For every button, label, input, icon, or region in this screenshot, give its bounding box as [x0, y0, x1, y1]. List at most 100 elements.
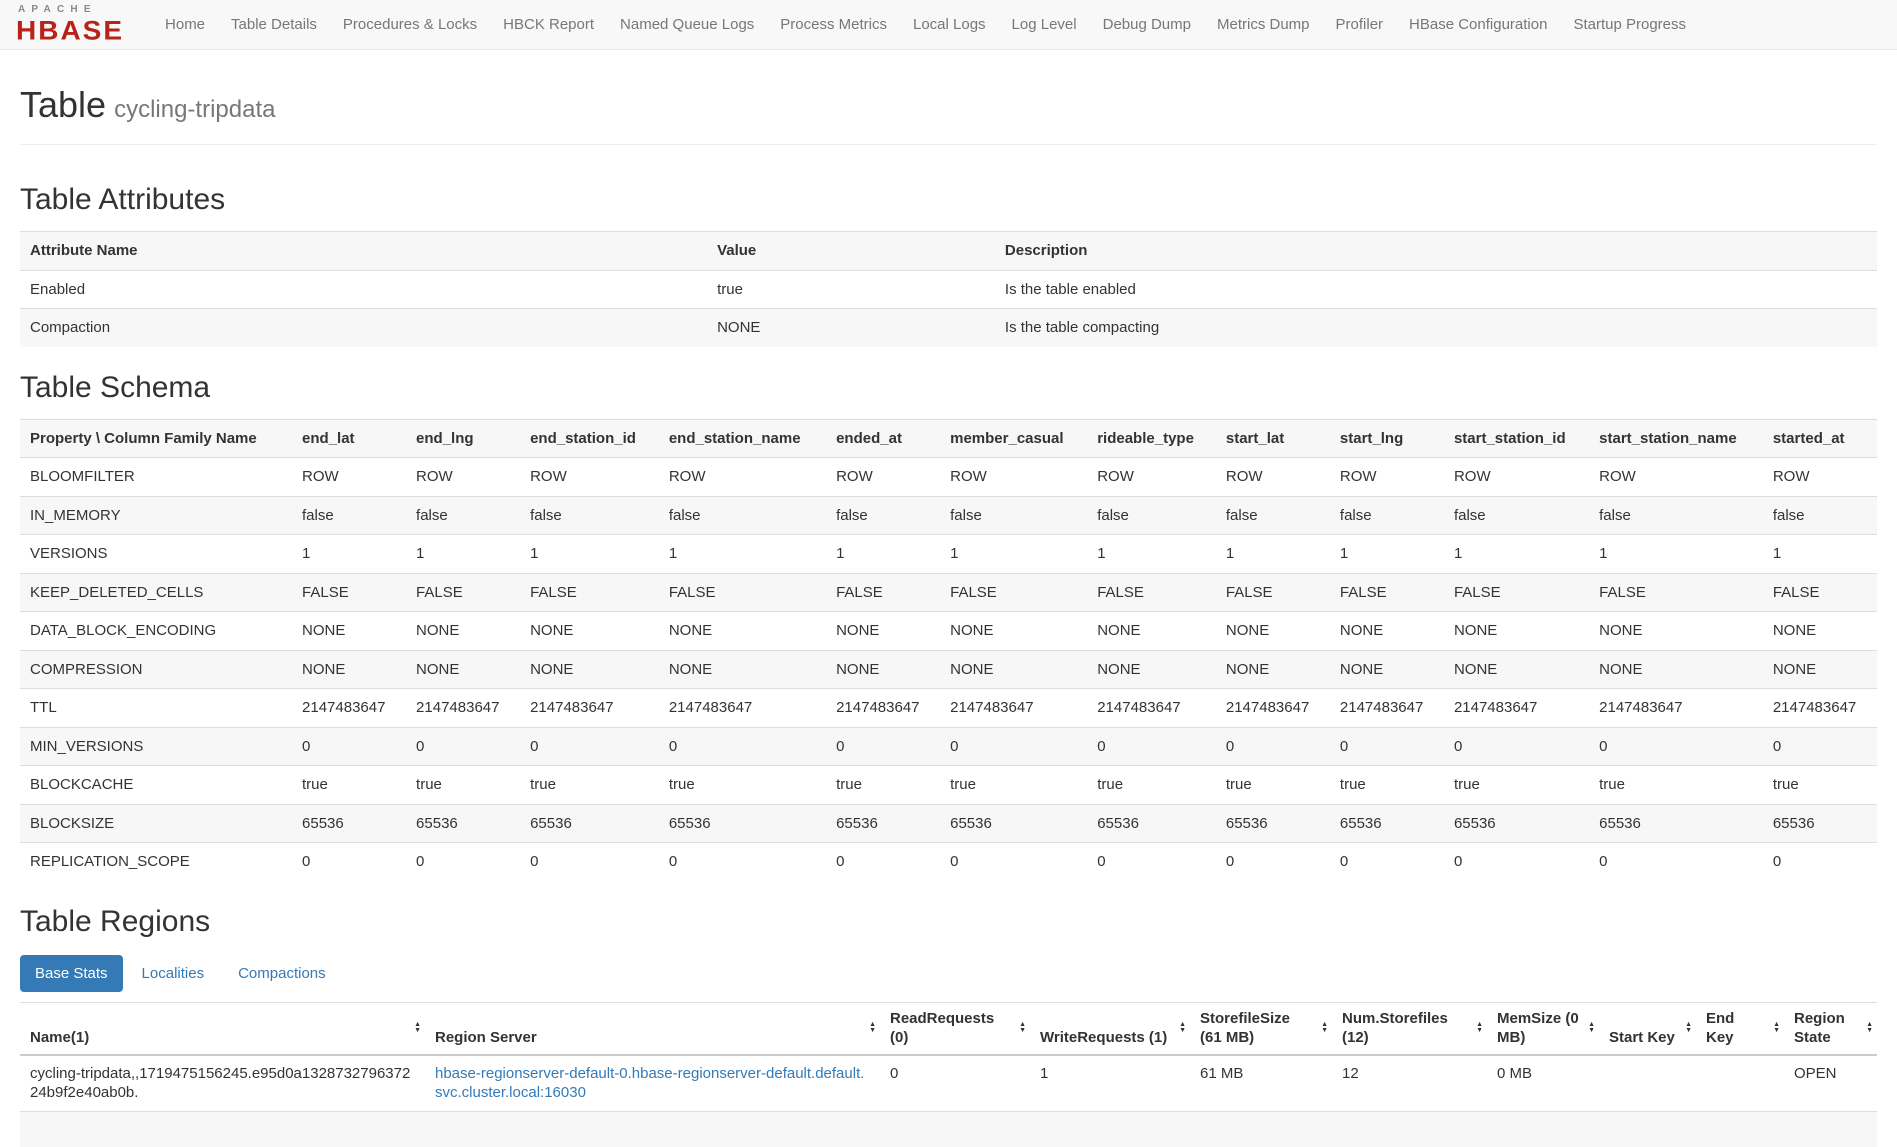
regions-col-label: Region State	[1794, 1010, 1845, 1047]
nav-item-table-details[interactable]: Table Details	[218, 1, 330, 48]
empty-cell	[1190, 1111, 1332, 1147]
schema-property-value: 0	[292, 727, 406, 766]
schema-property-value: NONE	[292, 650, 406, 689]
tab-base-stats[interactable]: Base Stats	[20, 955, 123, 992]
schema-property-value: 0	[1216, 843, 1330, 881]
tab-localities[interactable]: Localities	[127, 955, 220, 992]
schema-body: BLOOMFILTERROWROWROWROWROWROWROWROWROWRO…	[20, 458, 1877, 881]
schema-property-value: NONE	[659, 650, 826, 689]
tab-compactions[interactable]: Compactions	[223, 955, 341, 992]
region-server-link[interactable]: hbase-regionserver-default-0.hbase-regio…	[435, 1065, 864, 1102]
schema-property-value: 2147483647	[1216, 689, 1330, 728]
schema-property-name: BLOOMFILTER	[20, 458, 292, 497]
regions-col-label: End Key	[1706, 1010, 1734, 1047]
regions-col-header-memsize-0-mb[interactable]: MemSize (0 MB)▲▼	[1487, 1002, 1599, 1055]
schema-property-value: ROW	[940, 458, 1087, 497]
regions-col-header-end-key[interactable]: End Key▲▼	[1696, 1002, 1784, 1055]
nav-item-startup-progress[interactable]: Startup Progress	[1560, 1, 1699, 48]
region-mem-size: 0 MB	[1487, 1055, 1599, 1112]
region-start-key	[1599, 1055, 1696, 1112]
regions-col-header-region-state[interactable]: Region State ▲▼	[1784, 1002, 1877, 1055]
region-storefile-size: 61 MB	[1190, 1055, 1332, 1112]
nav-item-profiler[interactable]: Profiler	[1323, 1, 1397, 48]
schema-property-value: false	[1444, 496, 1589, 535]
schema-property-name: TTL	[20, 689, 292, 728]
regions-col-header-region-server[interactable]: Region Server▲▼	[425, 1002, 880, 1055]
schema-property-value: 2147483647	[520, 689, 659, 728]
nav-item-hbck-report[interactable]: HBCK Report	[490, 1, 607, 48]
nav-item-local-logs[interactable]: Local Logs	[900, 1, 999, 48]
nav-item: Named Queue Logs	[607, 1, 767, 48]
schema-property-value: 2147483647	[826, 689, 940, 728]
nav-item-process-metrics[interactable]: Process Metrics	[767, 1, 900, 48]
regions-col-label: MemSize (0 MB)	[1497, 1010, 1579, 1047]
regions-col-label: Num.Storefiles (12)	[1342, 1010, 1448, 1047]
schema-property-value: 0	[826, 843, 940, 881]
nav-item-procedures-locks[interactable]: Procedures & Locks	[330, 1, 490, 48]
sort-icon: ▲▼	[869, 1022, 876, 1034]
attribute-description: Is the table compacting	[995, 309, 1877, 347]
nav-item-debug-dump[interactable]: Debug Dump	[1090, 1, 1204, 48]
schema-property-value: 1	[826, 535, 940, 574]
regions-col-header-num-storefiles-12[interactable]: Num.Storefiles (12) ▲▼	[1332, 1002, 1487, 1055]
attributes-table: Attribute NameValueDescription Enabledtr…	[20, 231, 1877, 347]
schema-property-value: 65536	[826, 804, 940, 843]
nav-item-hbase-configuration[interactable]: HBase Configuration	[1396, 1, 1560, 48]
nav-item: Process Metrics	[767, 1, 900, 48]
schema-property-value: 65536	[1589, 804, 1763, 843]
schema-property-value: 2147483647	[1444, 689, 1589, 728]
nav-item-named-queue-logs[interactable]: Named Queue Logs	[607, 1, 767, 48]
regions-col-header-writerequests-1[interactable]: WriteRequests (1)▲▼	[1030, 1002, 1190, 1055]
schema-property-value: FALSE	[292, 573, 406, 612]
schema-property-value: NONE	[406, 650, 520, 689]
nav-item-metrics-dump[interactable]: Metrics Dump	[1204, 1, 1323, 48]
page-title: Tablecycling-tripdata	[20, 84, 1877, 126]
nav-item: Startup Progress	[1560, 1, 1699, 48]
schema-property-value: 0	[1589, 727, 1763, 766]
schema-family-header-start-lng: start_lng	[1330, 419, 1444, 458]
schema-property-value: false	[1763, 496, 1877, 535]
attributes-col-header-attribute-name: Attribute Name	[20, 232, 707, 271]
regions-tabs: Base StatsLocalitiesCompactions	[20, 955, 1877, 992]
schema-property-value: FALSE	[1330, 573, 1444, 612]
regions-col-header-storefilesize-61-mb[interactable]: StorefileSize (61 MB)▲▼	[1190, 1002, 1332, 1055]
table-row: REPLICATION_SCOPE000000000000	[20, 843, 1877, 881]
regions-col-header-readrequests-0[interactable]: ReadRequests (0)▲▼	[880, 1002, 1030, 1055]
schema-property-value: FALSE	[826, 573, 940, 612]
empty-cell	[1784, 1111, 1877, 1147]
table-row: BLOCKCACHEtruetruetruetruetruetruetruetr…	[20, 766, 1877, 805]
regions-col-header-start-key[interactable]: Start Key▲▼	[1599, 1002, 1696, 1055]
schema-property-value: false	[292, 496, 406, 535]
table-row: cycling-tripdata,,1719475156245.e95d0a13…	[20, 1055, 1877, 1112]
attribute-description: Is the table enabled	[995, 270, 1877, 309]
hbase-logo[interactable]: APACHE HBASE	[16, 5, 124, 45]
schema-property-value: 2147483647	[292, 689, 406, 728]
schema-property-value: true	[1589, 766, 1763, 805]
schema-property-value: 1	[659, 535, 826, 574]
nav-item: Home	[152, 1, 218, 48]
schema-property-value: ROW	[1444, 458, 1589, 497]
schema-property-value: NONE	[406, 612, 520, 651]
sort-icon: ▲▼	[414, 1022, 421, 1034]
table-row: COMPRESSIONNONENONENONENONENONENONENONEN…	[20, 650, 1877, 689]
region-end-key	[1696, 1055, 1784, 1112]
schema-property-value: FALSE	[1589, 573, 1763, 612]
nav-item-home[interactable]: Home	[152, 1, 218, 48]
sort-icon: ▲▼	[1866, 1022, 1873, 1034]
table-row: CompactionNONEIs the table compacting	[20, 309, 1877, 347]
empty-cell	[20, 1111, 425, 1147]
schema-property-value: true	[1330, 766, 1444, 805]
regions-col-header-name-1[interactable]: Name(1)▲▼	[20, 1002, 425, 1055]
nav-item-log-level[interactable]: Log Level	[999, 1, 1090, 48]
schema-property-name: VERSIONS	[20, 535, 292, 574]
attributes-col-header-value: Value	[707, 232, 995, 271]
sort-icon: ▲▼	[1476, 1022, 1483, 1034]
schema-property-value: ROW	[406, 458, 520, 497]
page-title-text: Table	[20, 84, 106, 125]
sort-icon: ▲▼	[1685, 1022, 1692, 1034]
schema-property-value: NONE	[1216, 650, 1330, 689]
schema-property-value: NONE	[659, 612, 826, 651]
schema-property-value: 0	[659, 843, 826, 881]
schema-family-header-started-at: started_at	[1763, 419, 1877, 458]
schema-family-header-end-station-id: end_station_id	[520, 419, 659, 458]
